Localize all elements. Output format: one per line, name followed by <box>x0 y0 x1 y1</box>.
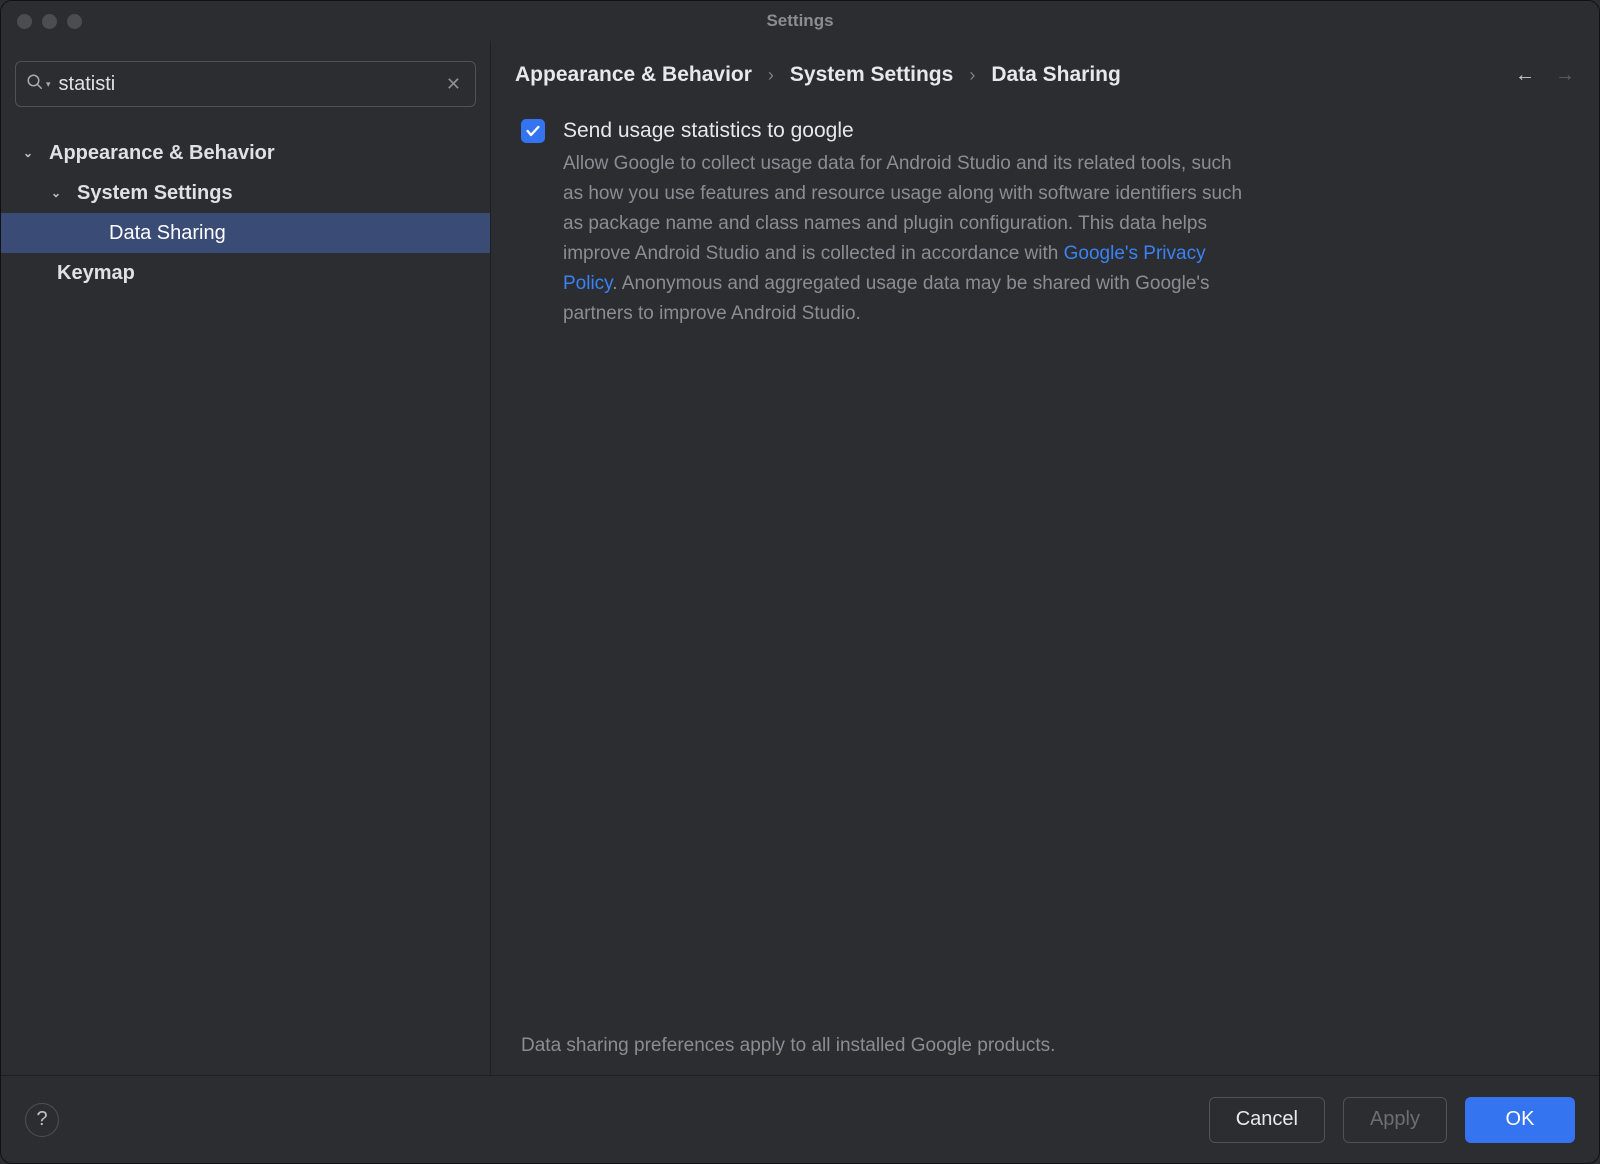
breadcrumb-separator: › <box>969 65 975 86</box>
footer-buttons: Cancel Apply OK <box>1209 1097 1575 1143</box>
nav-arrows: ← → <box>1515 64 1575 87</box>
breadcrumb-separator: › <box>768 65 774 86</box>
content-pane: Appearance & Behavior › System Settings … <box>491 41 1599 1075</box>
ok-button[interactable]: OK <box>1465 1097 1575 1143</box>
send-usage-checkbox[interactable] <box>521 119 545 143</box>
chevron-down-icon: ⌄ <box>23 146 41 160</box>
sidebar-item-appearance-behavior[interactable]: ⌄ Appearance & Behavior <box>1 133 490 173</box>
search-clear-icon[interactable]: ✕ <box>442 74 465 95</box>
nav-forward-button: → <box>1555 64 1575 87</box>
body: ▾ ✕ ⌄ Appearance & Behavior ⌄ System Set… <box>1 41 1599 1075</box>
chevron-down-icon: ⌄ <box>51 186 69 200</box>
check-icon <box>525 123 541 139</box>
option-label[interactable]: Send usage statistics to google <box>563 117 1243 145</box>
sidebar-item-label: Appearance & Behavior <box>49 142 275 165</box>
search-box[interactable]: ▾ ✕ <box>15 61 476 107</box>
traffic-lights <box>17 14 82 29</box>
option-desc-text: . Anonymous and aggregated usage data ma… <box>563 273 1210 324</box>
search-input[interactable] <box>59 73 442 96</box>
window-zoom-button[interactable] <box>67 14 82 29</box>
option-text: Send usage statistics to google Allow Go… <box>563 117 1243 329</box>
apply-button: Apply <box>1343 1097 1447 1143</box>
footnote: Data sharing preferences apply to all in… <box>515 1035 1575 1075</box>
sidebar-item-data-sharing[interactable]: Data Sharing <box>1 213 490 253</box>
settings-tree: ⌄ Appearance & Behavior ⌄ System Setting… <box>1 119 490 293</box>
breadcrumb-part[interactable]: Appearance & Behavior <box>515 63 752 87</box>
breadcrumb: Appearance & Behavior › System Settings … <box>515 63 1515 87</box>
option-description: Allow Google to collect usage data for A… <box>563 149 1243 329</box>
breadcrumb-part: Data Sharing <box>991 63 1121 87</box>
breadcrumb-part[interactable]: System Settings <box>790 63 953 87</box>
settings-window: Settings ▾ ✕ ⌄ Appearance & Behavior <box>0 0 1600 1164</box>
sidebar-item-label: System Settings <box>77 182 233 205</box>
footer: ? Cancel Apply OK <box>1 1075 1599 1163</box>
help-button[interactable]: ? <box>25 1103 59 1137</box>
sidebar-item-system-settings[interactable]: ⌄ System Settings <box>1 173 490 213</box>
sidebar-item-label: Data Sharing <box>109 222 226 245</box>
search-options-caret[interactable]: ▾ <box>46 79 51 90</box>
window-title: Settings <box>766 11 833 31</box>
titlebar: Settings <box>1 1 1599 41</box>
window-close-button[interactable] <box>17 14 32 29</box>
sidebar: ▾ ✕ ⌄ Appearance & Behavior ⌄ System Set… <box>1 41 491 1075</box>
sidebar-item-keymap[interactable]: Keymap <box>1 253 490 293</box>
search-icon <box>26 73 44 96</box>
cancel-button[interactable]: Cancel <box>1209 1097 1325 1143</box>
sidebar-item-label: Keymap <box>57 262 135 285</box>
content-header: Appearance & Behavior › System Settings … <box>515 63 1575 117</box>
send-usage-option: Send usage statistics to google Allow Go… <box>515 117 1575 329</box>
nav-back-button[interactable]: ← <box>1515 64 1535 87</box>
window-minimize-button[interactable] <box>42 14 57 29</box>
